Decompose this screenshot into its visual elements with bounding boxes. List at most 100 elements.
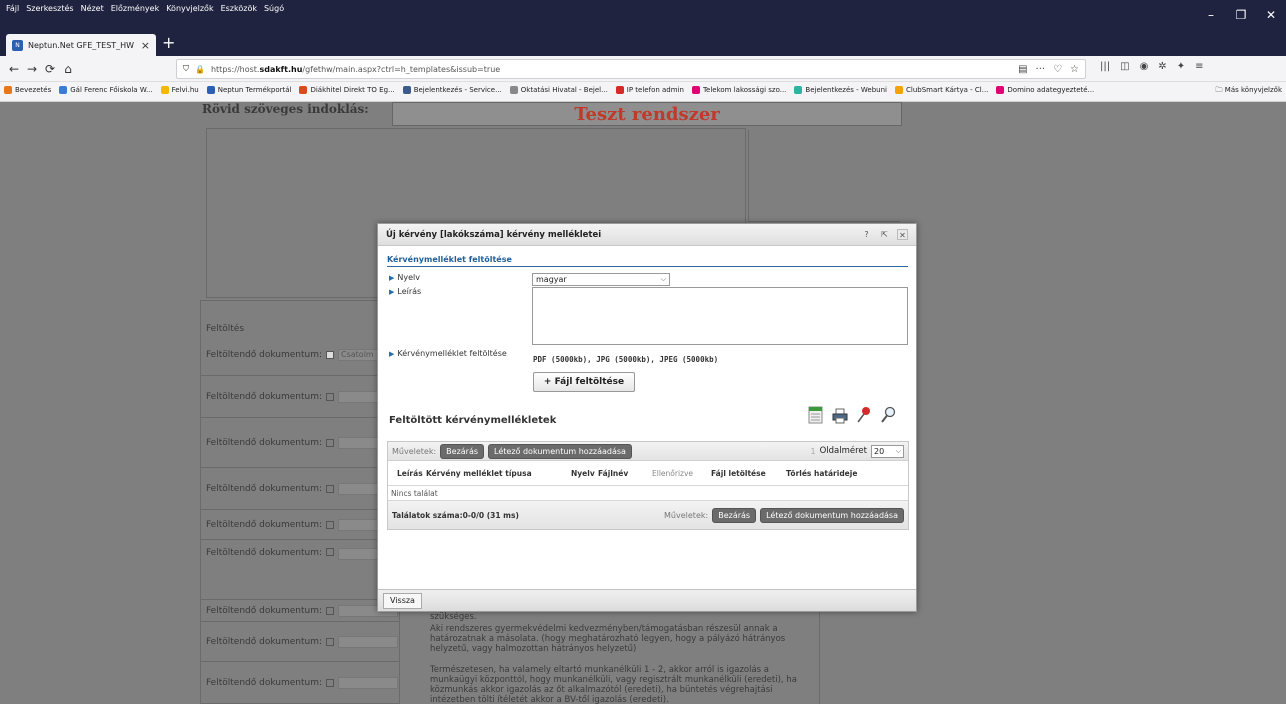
- document-checkbox[interactable]: [326, 520, 335, 529]
- page-size-select[interactable]: 20 ⌵: [871, 444, 904, 458]
- other-bookmarks[interactable]: 🗀 Más könyvjelzők: [1216, 86, 1282, 97]
- bookmark-item[interactable]: Bevezetés: [4, 86, 51, 94]
- pin-icon[interactable]: [856, 406, 872, 424]
- add-existing-document-button[interactable]: Létező dokumentum hozzáadása: [488, 443, 632, 459]
- menu-view[interactable]: Nézet: [81, 4, 104, 13]
- menu-help[interactable]: Súgó: [264, 4, 284, 13]
- library-icon[interactable]: |||: [1100, 61, 1110, 72]
- bookmark-item[interactable]: Neptun Termékportál: [206, 86, 291, 94]
- bookmark-item[interactable]: Telekom lakossági szo...: [691, 86, 786, 94]
- document-row: Feltöltendő dokumentum:: [200, 376, 400, 418]
- bookmark-item[interactable]: Oktatási Hivatal - Bejel...: [509, 86, 608, 94]
- menu-tools[interactable]: Eszközök: [221, 4, 257, 13]
- close-tab-icon[interactable]: ×: [141, 39, 150, 52]
- navigation-bar: ← → ⟳ ⌂ ⛉ 🔒 https://host.sdakft.hu/gfeth…: [0, 56, 1286, 82]
- forward-arrow-icon[interactable]: →: [24, 61, 40, 77]
- tab-title: Neptun.Net GFE_TEST_HW: [28, 40, 135, 50]
- bullet-arrow-icon: ▶: [389, 287, 395, 296]
- page-number[interactable]: 1: [811, 447, 816, 456]
- document-checkbox[interactable]: [326, 484, 335, 493]
- hamburger-menu-icon[interactable]: ≡: [1195, 61, 1203, 72]
- restore-button[interactable]: ❐: [1226, 0, 1256, 30]
- column-header[interactable]: Ellenőrizve: [652, 469, 693, 478]
- document-checkbox[interactable]: [326, 637, 335, 646]
- browser-tab[interactable]: N Neptun.Net GFE_TEST_HW ×: [6, 34, 156, 56]
- more-actions-icon[interactable]: ···: [1036, 64, 1046, 75]
- attach-button[interactable]: [338, 676, 399, 689]
- document-checkbox[interactable]: [326, 606, 335, 615]
- new-tab-button[interactable]: +: [162, 34, 175, 52]
- uploaded-attachments-title: Feltöltött kérvénymellékletek: [389, 415, 557, 426]
- column-header[interactable]: Fájl letöltése: [711, 469, 766, 478]
- bookmark-favicon-icon: [895, 86, 903, 94]
- bookmark-item[interactable]: Bejelentkezés - Service...: [402, 86, 502, 94]
- print-icon[interactable]: [832, 406, 848, 424]
- description-label: ▶ Leírás: [389, 287, 422, 296]
- grid-top-bar: Műveletek: Bezárás Létező dokumentum hoz…: [388, 442, 908, 461]
- attachments-dialog: Új kérvény [lakókszáma] kérvény mellékle…: [377, 223, 917, 612]
- window-controls: – ❐ ✕: [1196, 0, 1286, 30]
- bookmark-favicon-icon: [206, 86, 215, 94]
- upload-file-button[interactable]: + Fájl feltöltése: [533, 372, 635, 392]
- description-textarea[interactable]: [532, 287, 908, 345]
- popout-icon[interactable]: ⇱: [879, 229, 890, 240]
- upload-section-label: Feltöltés: [206, 324, 245, 334]
- column-header[interactable]: Nyelv: [571, 469, 595, 478]
- attach-button[interactable]: [338, 635, 399, 648]
- account-icon[interactable]: ◉: [1140, 61, 1149, 72]
- menu-history[interactable]: Előzmények: [111, 4, 159, 13]
- bookmark-item[interactable]: Gál Ferenc Főiskola W...: [59, 86, 153, 94]
- minimize-button[interactable]: –: [1196, 0, 1226, 30]
- home-icon[interactable]: ⌂: [60, 61, 76, 77]
- back-arrow-icon[interactable]: ←: [6, 61, 22, 77]
- column-header[interactable]: Leírás: [397, 469, 423, 478]
- document-checkbox[interactable]: [326, 438, 335, 447]
- language-select[interactable]: magyar ⌵: [532, 273, 670, 286]
- results-count: Találatok száma:0-0/0 (31 ms): [392, 510, 519, 520]
- bookmark-item[interactable]: Diákhitel Direkt TO Eg...: [299, 86, 395, 94]
- document-row: Feltöltendő dokumentum:: [200, 600, 400, 622]
- close-button[interactable]: Bezárás: [440, 443, 485, 459]
- export-excel-icon[interactable]: [808, 406, 824, 424]
- close-icon[interactable]: ✕: [897, 229, 908, 240]
- bookmark-star-icon[interactable]: ☆: [1070, 64, 1079, 75]
- column-header[interactable]: Kérvény melléklet típusa: [426, 469, 532, 478]
- pocket-icon[interactable]: ♡: [1053, 64, 1062, 75]
- bookmark-item[interactable]: Domino adategyezteté...: [996, 86, 1094, 94]
- back-button[interactable]: Vissza: [383, 593, 422, 609]
- bookmark-list: Bevezetés Gál Ferenc Főiskola W... Felvi.h…: [4, 86, 1094, 94]
- bookmark-item[interactable]: Bejelentkezés - Webuni: [794, 86, 887, 94]
- requirement-text: Természetesen, ha valamely eltartó munka…: [430, 665, 797, 704]
- upload-section-title: Kérvénymelléklet feltöltése: [387, 255, 908, 267]
- menu-file[interactable]: Fájl: [6, 4, 19, 13]
- url-bar[interactable]: ⛉ 🔒 https://host.sdakft.hu/gfethw/main.a…: [176, 59, 1086, 79]
- extension-icon[interactable]: ✲: [1158, 61, 1166, 72]
- close-button[interactable]: Bezárás: [712, 507, 757, 523]
- sidebar-icon[interactable]: ◫: [1120, 61, 1129, 72]
- bookmark-item[interactable]: Felvi.hu: [160, 86, 199, 94]
- bookmarks-bar: Bevezetés Gál Ferenc Főiskola W... Felvi.h…: [0, 82, 1286, 102]
- menu-edit[interactable]: Szerkesztés: [26, 4, 73, 13]
- document-checkbox[interactable]: [326, 392, 335, 401]
- add-existing-document-button[interactable]: Létező dokumentum hozzáadása: [760, 507, 904, 523]
- bookmark-item[interactable]: ClubSmart Kártya - Cl...: [895, 86, 988, 94]
- menu-bookmarks[interactable]: Könyvjelzők: [166, 4, 213, 13]
- help-icon[interactable]: ?: [861, 229, 872, 240]
- document-checkbox[interactable]: [326, 678, 335, 687]
- requirement-text: Aki rendszeres gyermekvédelmi kedvezmény…: [430, 624, 786, 654]
- document-checkbox[interactable]: [326, 548, 335, 556]
- close-window-button[interactable]: ✕: [1256, 0, 1286, 30]
- test-system-banner: Teszt rendszer: [392, 102, 902, 126]
- column-header[interactable]: Törlés határideje: [786, 469, 857, 478]
- toolbar-icons: ||| ◫ ◉ ✲ ✦ ≡: [1100, 61, 1203, 72]
- actions-label: Műveletek:: [392, 446, 437, 456]
- bookmark-favicon-icon: [996, 86, 1005, 94]
- reader-view-icon[interactable]: ▤: [1018, 64, 1027, 75]
- grid-footer: Találatok száma:0-0/0 (31 ms) Műveletek:…: [388, 501, 908, 529]
- extension2-icon[interactable]: ✦: [1177, 61, 1185, 72]
- reload-icon[interactable]: ⟳: [42, 61, 58, 77]
- document-checkbox[interactable]: [326, 350, 335, 359]
- column-header[interactable]: Fájlnév: [598, 469, 628, 478]
- bookmark-item[interactable]: IP telefon admin: [615, 86, 684, 94]
- search-icon[interactable]: [880, 406, 896, 424]
